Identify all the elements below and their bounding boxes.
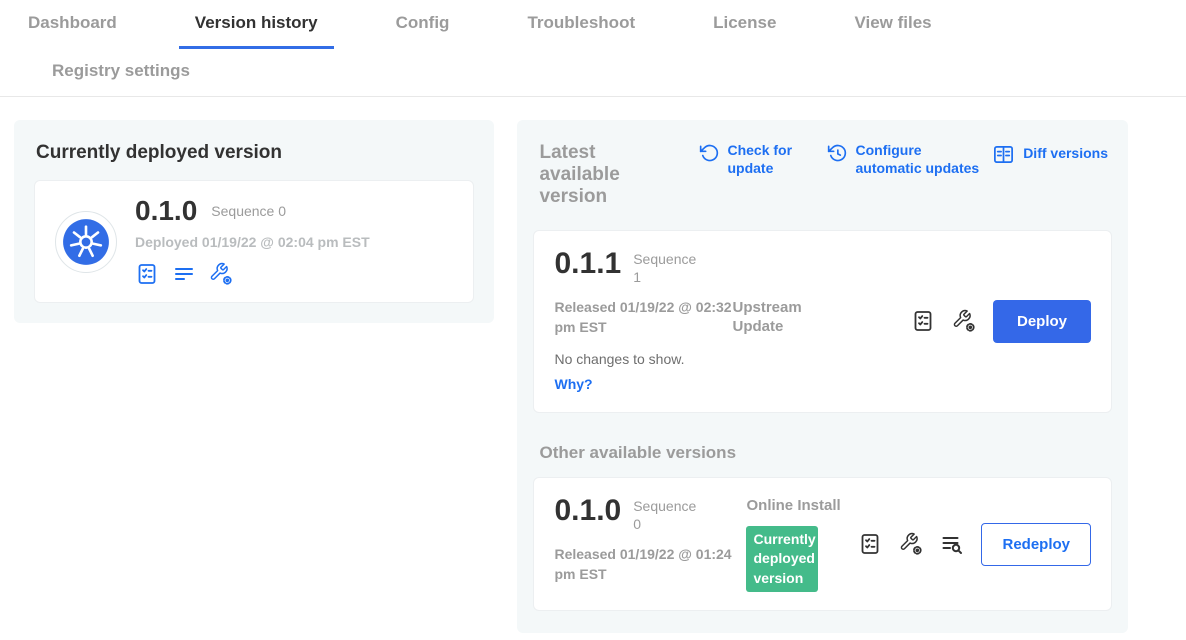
deployed-version-row: 0.1.0 Sequence 0 xyxy=(135,197,370,225)
other-versions-title: Other available versions xyxy=(539,443,1112,463)
latest-available-title: Latest available version xyxy=(539,142,673,208)
latest-release-card: 0.1.1 Sequence 1 Released 01/19/22 @ 02:… xyxy=(533,230,1112,414)
diff-columns-icon xyxy=(992,143,1015,166)
logs-search-icon[interactable] xyxy=(940,532,964,556)
latest-release-actions: Deploy xyxy=(911,300,1091,343)
other-version-number: 0.1.0 xyxy=(554,496,621,526)
latest-sequence-label: Sequence 1 xyxy=(633,250,703,286)
other-release-source-block: Online Install Currently deployed versio… xyxy=(746,496,858,592)
deployed-version-card: 0.1.0 Sequence 0 Deployed 01/19/22 @ 02:… xyxy=(34,180,474,303)
tab-license[interactable]: License xyxy=(697,0,792,49)
main-content: Currently deployed version xyxy=(0,97,1186,633)
no-changes-text: No changes to show. xyxy=(554,351,911,367)
deployed-version-number: 0.1.0 xyxy=(135,197,197,225)
configure-automatic-updates-link[interactable]: Configure automatic updates xyxy=(827,142,991,177)
other-sequence-label: Sequence 0 xyxy=(633,497,703,533)
latest-version-row: 0.1.1 Sequence 1 xyxy=(554,249,911,286)
deploy-logs-icon[interactable] xyxy=(172,262,196,286)
other-source-label: Online Install xyxy=(746,496,850,516)
latest-header: Latest available version Check for updat… xyxy=(539,142,1108,208)
release-notes-icon[interactable] xyxy=(858,532,882,556)
tab-troubleshoot[interactable]: Troubleshoot xyxy=(511,0,651,49)
latest-available-panel: Latest available version Check for updat… xyxy=(517,120,1128,633)
tab-registry-settings[interactable]: Registry settings xyxy=(36,49,206,96)
nav-row-secondary: Registry settings xyxy=(36,49,1186,96)
kubernetes-icon xyxy=(55,211,117,273)
other-release-actions: Redeploy xyxy=(858,523,1091,566)
release-notes-icon[interactable] xyxy=(135,262,159,286)
currently-deployed-title: Currently deployed version xyxy=(36,142,474,164)
latest-release-info: 0.1.1 Sequence 1 Released 01/19/22 @ 02:… xyxy=(554,249,911,395)
deployed-version-info: 0.1.0 Sequence 0 Deployed 01/19/22 @ 02:… xyxy=(135,197,370,286)
latest-source-label: Upstream Update xyxy=(732,298,836,337)
latest-version-number: 0.1.1 xyxy=(554,249,621,279)
refresh-arrow-icon xyxy=(699,143,719,163)
other-released-timestamp: Released 01/19/22 @ 01:24 pm EST xyxy=(554,545,732,584)
latest-released-timestamp: Released 01/19/22 @ 02:32 pm EST xyxy=(554,298,732,337)
currently-deployed-panel: Currently deployed version xyxy=(14,120,494,323)
clock-refresh-icon xyxy=(827,143,847,163)
diff-versions-label: Diff versions xyxy=(1023,145,1108,163)
config-wrench-gear-icon[interactable] xyxy=(899,532,923,556)
deploy-button[interactable]: Deploy xyxy=(993,300,1091,343)
check-for-update-link[interactable]: Check for update xyxy=(699,142,801,177)
other-release-info: 0.1.0 Sequence 0 Released 01/19/22 @ 01:… xyxy=(554,496,746,592)
app-window: Dashboard Version history Config Trouble… xyxy=(0,0,1186,640)
diff-versions-link[interactable]: Diff versions xyxy=(992,142,1108,166)
deployed-timestamp: Deployed 01/19/22 @ 02:04 pm EST xyxy=(135,234,370,250)
other-release-card: 0.1.0 Sequence 0 Released 01/19/22 @ 01:… xyxy=(533,477,1112,611)
nav-row-primary: Dashboard Version history Config Trouble… xyxy=(12,0,1186,49)
tab-view-files[interactable]: View files xyxy=(838,0,947,49)
release-notes-icon[interactable] xyxy=(911,309,935,333)
config-wrench-gear-icon[interactable] xyxy=(952,309,976,333)
tab-dashboard[interactable]: Dashboard xyxy=(12,0,133,49)
configure-automatic-updates-label: Configure automatic updates xyxy=(855,142,991,177)
tab-version-history[interactable]: Version history xyxy=(179,0,334,49)
check-for-update-label: Check for update xyxy=(727,142,801,177)
top-nav: Dashboard Version history Config Trouble… xyxy=(0,0,1186,97)
latest-release-meta: Released 01/19/22 @ 02:32 pm EST Upstrea… xyxy=(554,298,911,337)
currently-deployed-badge: Currently deployed version xyxy=(746,526,818,593)
deployed-sequence-label: Sequence 0 xyxy=(211,203,286,219)
deployed-actions xyxy=(135,262,370,286)
redeploy-button[interactable]: Redeploy xyxy=(981,523,1091,566)
other-version-row: 0.1.0 Sequence 0 xyxy=(554,496,746,533)
tab-config[interactable]: Config xyxy=(380,0,466,49)
why-link[interactable]: Why? xyxy=(554,376,592,392)
config-wrench-gear-icon[interactable] xyxy=(209,262,233,286)
